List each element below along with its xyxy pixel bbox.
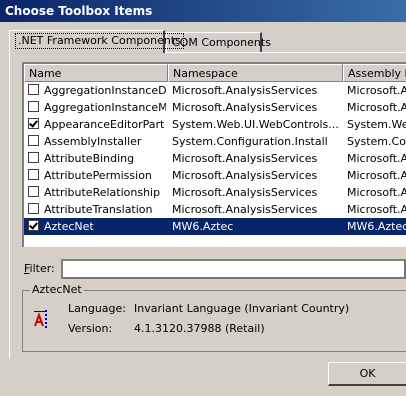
item-name: AttributeTranslation bbox=[44, 203, 153, 216]
item-checkbox[interactable] bbox=[28, 186, 39, 197]
item-checkbox[interactable] bbox=[28, 84, 39, 95]
item-checkbox[interactable] bbox=[28, 169, 39, 180]
item-assembly: Microsoft.An bbox=[347, 203, 406, 216]
filter-label: Filter: bbox=[24, 262, 55, 275]
version-label: Version: bbox=[68, 322, 113, 335]
item-name: AttributeRelationship bbox=[44, 186, 161, 199]
window-title: Choose Toolbox Items bbox=[0, 0, 406, 22]
item-assembly: System.Con bbox=[347, 135, 406, 148]
item-namespace: Microsoft.AnalysisServices bbox=[172, 203, 318, 216]
filter-input[interactable] bbox=[61, 259, 406, 279]
item-namespace: Microsoft.AnalysisServices bbox=[172, 186, 318, 199]
column-header-namespace[interactable]: Namespace bbox=[168, 64, 343, 82]
item-assembly: Microsoft.An bbox=[347, 152, 406, 165]
item-assembly: Microsoft.An bbox=[347, 101, 406, 114]
item-checkbox[interactable] bbox=[28, 101, 39, 112]
item-name: AttributePermission bbox=[44, 169, 152, 182]
item-namespace: System.Configuration.Install bbox=[172, 135, 328, 148]
components-list[interactable]: Name Namespace Assembly Na AggregationIn… bbox=[22, 62, 406, 247]
list-item[interactable]: AggregationInstanceDi... Microsoft.Analys… bbox=[24, 82, 406, 99]
item-assembly: Microsoft.An bbox=[347, 186, 406, 199]
item-name: AggregationInstanceDi... bbox=[44, 84, 166, 97]
item-checkbox[interactable] bbox=[28, 220, 39, 231]
list-item[interactable]: AttributePermission Microsoft.AnalysisSer… bbox=[24, 167, 406, 184]
list-item[interactable]: AssemblyInstaller System.Configuration.In… bbox=[24, 133, 406, 150]
item-assembly: Microsoft.An bbox=[347, 169, 406, 182]
item-namespace: Microsoft.AnalysisServices bbox=[172, 169, 318, 182]
tab-dotnet-components[interactable]: .NET Framework Components bbox=[9, 30, 184, 53]
language-label: Language: bbox=[68, 302, 126, 315]
list-item[interactable]: AppearanceEditorPart System.Web.UI.WebCon… bbox=[24, 116, 406, 133]
column-header-assembly[interactable]: Assembly Na bbox=[343, 64, 406, 82]
list-item[interactable]: AttributeRelationship Microsoft.AnalysisS… bbox=[24, 184, 406, 201]
item-assembly: System.Web bbox=[347, 118, 406, 131]
item-namespace: Microsoft.AnalysisServices bbox=[172, 84, 318, 97]
details-group bbox=[22, 290, 406, 352]
item-name: AssemblyInstaller bbox=[44, 135, 142, 148]
item-name: AttributeBinding bbox=[44, 152, 135, 165]
details-title: AztecNet bbox=[30, 283, 84, 296]
item-name: AppearanceEditorPart bbox=[44, 118, 165, 131]
list-item[interactable]: AggregationInstanceM... Microsoft.Analysi… bbox=[24, 99, 406, 116]
item-checkbox[interactable] bbox=[28, 135, 39, 146]
column-header-name[interactable]: Name bbox=[24, 64, 168, 82]
item-checkbox[interactable] bbox=[28, 152, 39, 163]
version-value: 4.1.3120.37988 (Retail) bbox=[134, 322, 265, 335]
item-checkbox[interactable] bbox=[28, 203, 39, 214]
item-assembly: Microsoft.An bbox=[347, 84, 406, 97]
tab-dotnet-label: .NET Framework Components bbox=[15, 33, 184, 49]
ok-button[interactable]: OK bbox=[328, 362, 406, 386]
item-namespace: System.Web.UI.WebControls.... bbox=[172, 118, 340, 131]
item-name: AggregationInstanceM... bbox=[44, 101, 166, 114]
item-namespace: MW6.Aztec bbox=[172, 220, 234, 233]
list-header: Name Namespace Assembly Na bbox=[24, 64, 406, 82]
list-item[interactable]: AttributeTranslation Microsoft.AnalysisSe… bbox=[24, 201, 406, 218]
tab-com-label: COM Components bbox=[172, 36, 271, 49]
item-namespace: Microsoft.AnalysisServices bbox=[172, 152, 318, 165]
item-name: AztecNet bbox=[44, 220, 94, 233]
language-value: Invariant Language (Invariant Country) bbox=[134, 302, 350, 315]
list-item[interactable]: AttributeBinding Microsoft.AnalysisServic… bbox=[24, 150, 406, 167]
component-icon bbox=[34, 310, 47, 328]
item-checkbox[interactable] bbox=[28, 118, 39, 129]
item-namespace: Microsoft.AnalysisServices bbox=[172, 101, 318, 114]
list-item[interactable]: AztecNet MW6.Aztec MW6.Aztec bbox=[24, 218, 406, 235]
item-assembly: MW6.Aztec bbox=[347, 220, 406, 233]
